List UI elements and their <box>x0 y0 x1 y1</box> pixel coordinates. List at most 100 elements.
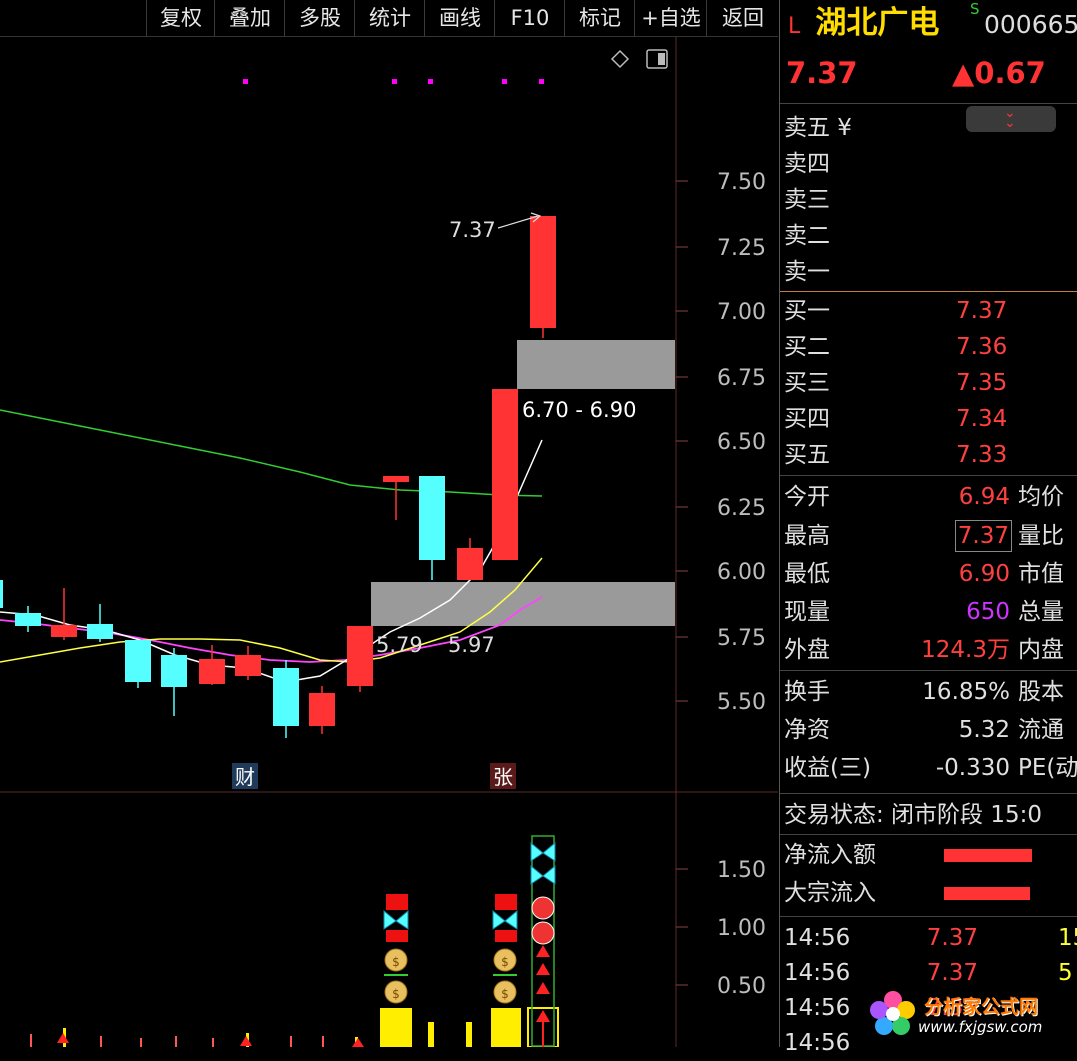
net-inflow-bar <box>944 849 1032 862</box>
stock-prefix: L <box>788 14 801 39</box>
eps-value: -0.330 <box>935 755 1010 781</box>
market-cap-label: 市值 <box>1018 561 1064 587</box>
up-arrow-icon <box>536 963 550 975</box>
watermark-title: 分析家公式网 <box>924 996 1039 1018</box>
bid-3-price: 7.35 <box>956 370 1008 396</box>
kline-chart-area[interactable]: 7.50 7.25 7.00 6.75 6.50 6.25 6.00 5.75 … <box>0 37 778 1047</box>
bid-4-label: 买四 <box>784 406 830 432</box>
up-arrow-icon <box>536 982 550 994</box>
diamond-icon[interactable] <box>610 49 630 69</box>
limit-up-marker[interactable]: 张 <box>493 765 513 789</box>
candle <box>347 626 373 686</box>
watermark-url: www.fxjgsw.com <box>918 1018 1043 1036</box>
ask-4-label: 卖四 <box>784 151 830 177</box>
toolbar-f10-button[interactable]: F10 <box>494 0 565 36</box>
ask-5-label: 卖五 ¥ <box>784 115 852 141</box>
toolbar-stats-button[interactable]: 统计 <box>354 0 425 36</box>
price-change: ▲0.67 <box>952 56 1046 90</box>
bid-row[interactable]: 买二 7.36 <box>780 329 1077 365</box>
tick-time: 14:56 <box>784 925 851 951</box>
bid-3-label: 买三 <box>784 370 830 396</box>
outer-vol-value: 124.3万 <box>921 637 1010 663</box>
toolbar-mark-button[interactable]: 标记 <box>564 0 635 36</box>
candle <box>15 613 41 626</box>
resistance-zone <box>517 340 675 389</box>
finance-marker[interactable]: 财 <box>235 765 255 789</box>
stock-header: L 湖北广电 <box>788 4 939 42</box>
last-price: 7.37 <box>786 56 858 90</box>
bid-row[interactable]: 买四 7.34 <box>780 401 1077 437</box>
toolbar-fuquan-button[interactable]: 复权 <box>146 0 215 36</box>
tick-price: 7.37 <box>926 960 978 986</box>
candle <box>530 216 556 328</box>
toolbar-multi-stock-button[interactable]: 多股 <box>284 0 355 36</box>
tick-price: 7.37 <box>926 925 978 951</box>
price-tick-label: 5.50 <box>717 690 766 715</box>
toolbar-back-button[interactable]: 返回 <box>706 0 780 36</box>
bid-5-label: 买五 <box>784 442 830 468</box>
toolbar-overlay-button[interactable]: 叠加 <box>214 0 285 36</box>
volume-bar <box>380 1008 412 1047</box>
price-tick-label: 5.75 <box>717 626 766 651</box>
lower-zone-label-b: 5.97 <box>448 633 495 657</box>
block-inflow-label: 大宗流入 <box>784 880 876 906</box>
avg-price-label: 均价 <box>1018 484 1064 510</box>
high-label: 最高 <box>784 523 830 549</box>
bid-row[interactable]: 买五 7.33 <box>780 437 1077 473</box>
quote-panel: L 湖北广电 S 000665 7.37 ▲0.67 ⌄ ⌄ 卖五 ¥ 卖四 卖三… <box>779 0 1077 1056</box>
candle <box>161 655 187 687</box>
total-vol-label: 总量 <box>1018 599 1064 625</box>
low-value: 6.90 <box>958 561 1010 587</box>
eps-label: 收益(三) <box>784 755 871 781</box>
butterfly-icon <box>530 864 556 885</box>
volume-tick-label: 0.50 <box>717 974 766 999</box>
kline-chart-svg[interactable]: 7.50 7.25 7.00 6.75 6.50 6.25 6.00 5.75 … <box>0 37 778 1047</box>
tick-time: 14:56 <box>784 1030 851 1056</box>
price-axis: 7.50 7.25 7.00 6.75 6.50 6.25 6.00 5.75 … <box>676 170 766 715</box>
candle <box>419 476 445 560</box>
candle <box>87 624 113 639</box>
site-watermark: 分析家公式网 www.fxjgsw.com <box>868 988 1068 1040</box>
turnover-label: 换手 <box>784 679 830 705</box>
up-arrow-icon <box>536 945 550 957</box>
small-red-arrows <box>57 1033 364 1047</box>
price-tick-label: 6.00 <box>717 560 766 585</box>
net-asset-value: 5.32 <box>958 717 1010 743</box>
bid-2-price: 7.36 <box>956 334 1008 360</box>
panel-toggle-icon[interactable] <box>646 49 668 69</box>
ask-1-label: 卖一 <box>784 259 830 285</box>
toolbar-add-watchlist-button[interactable]: +自选 <box>634 0 707 36</box>
bid-row[interactable]: 买一 7.37 <box>780 293 1077 329</box>
candle <box>51 625 77 637</box>
candle <box>125 640 151 682</box>
bid-1-label: 买一 <box>784 298 830 324</box>
butterfly-icon <box>492 909 518 930</box>
candle <box>0 580 3 608</box>
ball-icon <box>531 896 555 920</box>
tick-row: 14:56 7.37 5 <box>780 955 1077 991</box>
share-capital-label: 股本 <box>1018 679 1064 705</box>
tick-vol: 5 <box>1058 960 1073 986</box>
signal-dots <box>243 79 544 84</box>
volume-bars <box>30 1007 559 1047</box>
ball-icon <box>531 921 555 945</box>
pe-label: PE(动 <box>1018 755 1077 781</box>
flower-logo-icon <box>870 991 915 1035</box>
ask-3-label: 卖三 <box>784 187 830 213</box>
candle <box>492 389 518 560</box>
candle <box>273 668 299 726</box>
signal-stack-1: $ $ <box>383 894 409 1004</box>
bid-row[interactable]: 买三 7.35 <box>780 365 1077 401</box>
signal-stack-2: $ $ <box>492 894 518 1004</box>
price-tick-label: 7.50 <box>717 170 766 195</box>
signal-stack-3 <box>530 835 556 1047</box>
red-block-icon <box>386 930 408 942</box>
toolbar-draw-line-button[interactable]: 画线 <box>424 0 495 36</box>
block-inflow-bar <box>944 887 1030 900</box>
price-tick-label: 7.00 <box>717 300 766 325</box>
svg-text:$: $ <box>392 987 400 1001</box>
bid-5-price: 7.33 <box>956 442 1008 468</box>
up-arrow-icon <box>536 1010 550 1022</box>
stock-name: 湖北广电 <box>815 5 940 41</box>
inner-vol-label: 内盘 <box>1018 637 1064 663</box>
